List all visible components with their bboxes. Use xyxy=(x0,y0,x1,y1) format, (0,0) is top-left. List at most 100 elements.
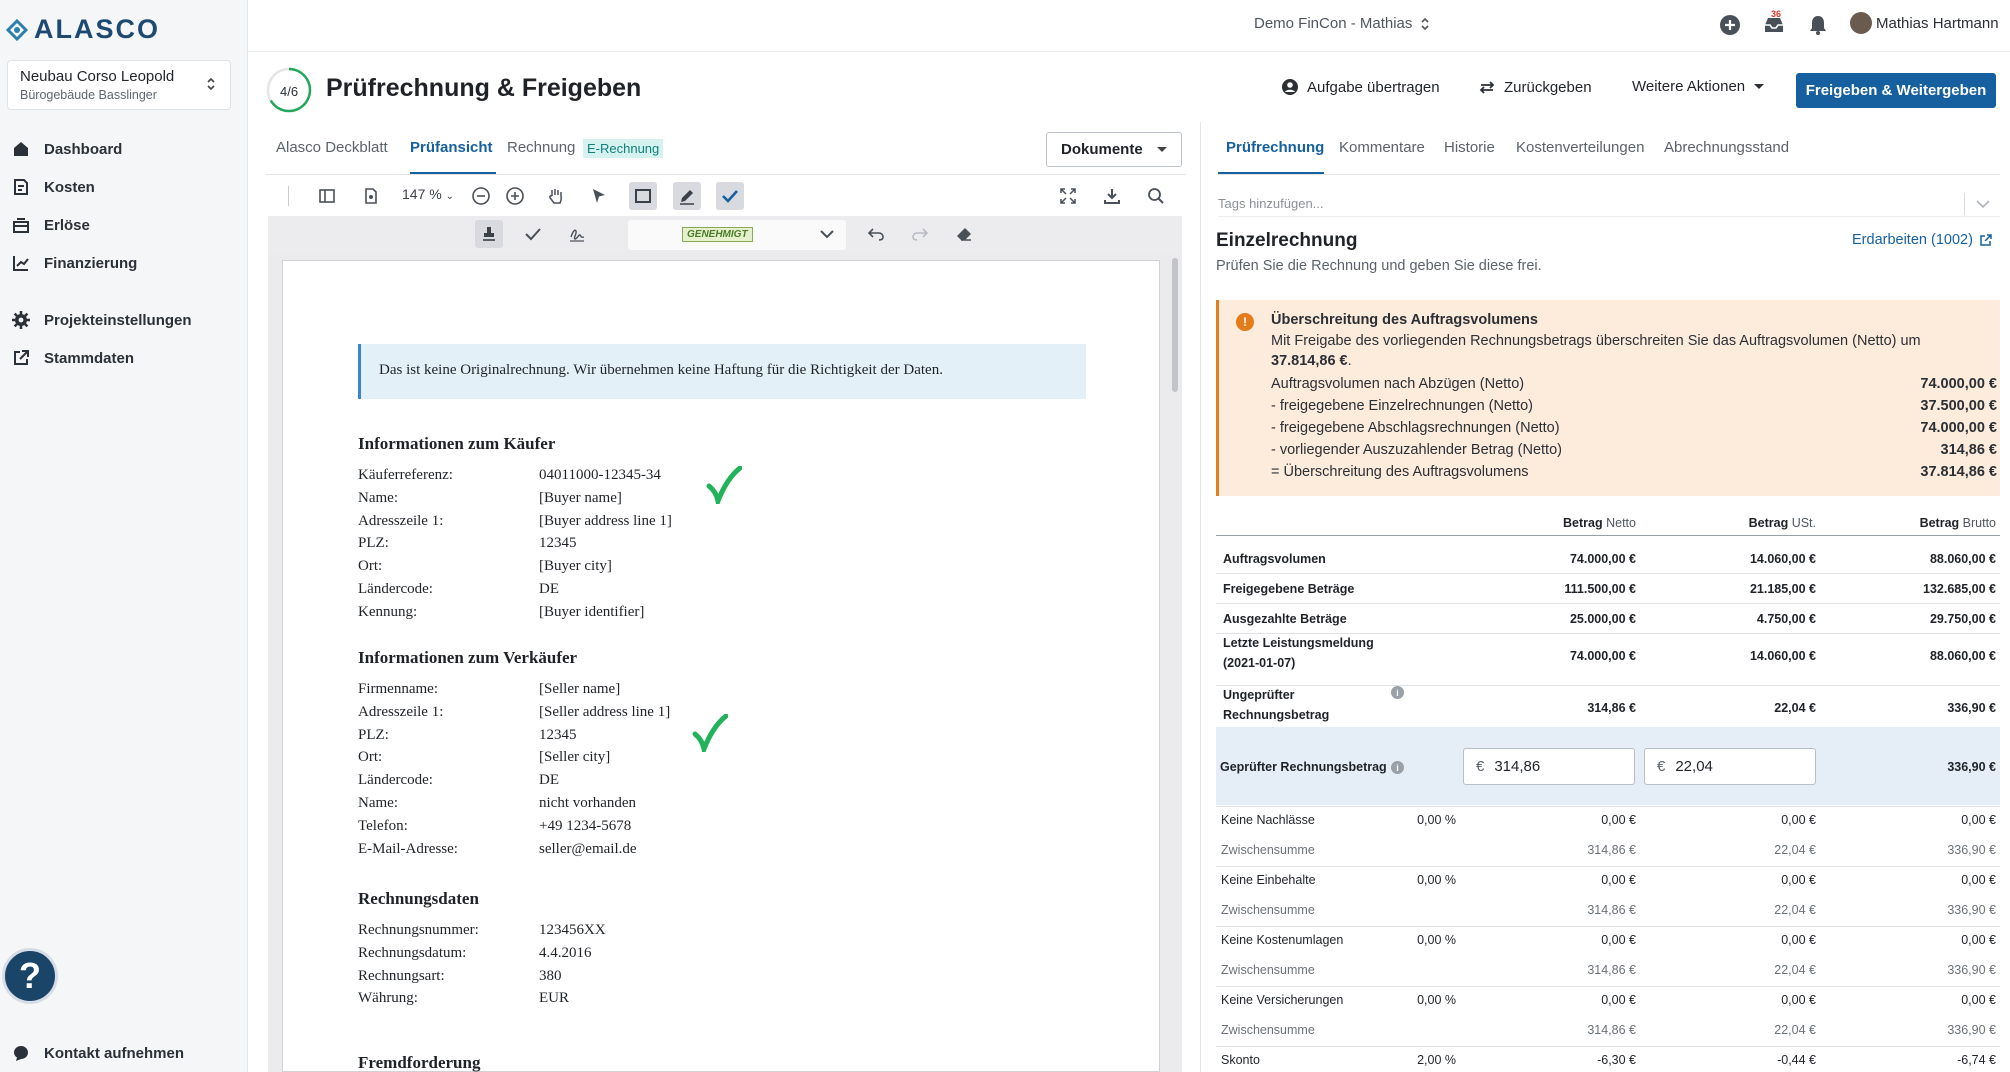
vat-amount: 21.185,00 € xyxy=(1749,582,1816,596)
cost-document-icon xyxy=(14,179,28,195)
tab-pruefrechnung[interactable]: Prüfrechnung xyxy=(1226,139,1324,156)
seller-heading: Informationen zum Verkäufer xyxy=(358,648,578,667)
sidebar-toggle-icon[interactable] xyxy=(313,182,341,210)
edit-pen-icon[interactable] xyxy=(673,182,701,210)
logo[interactable]: ALASCO xyxy=(6,14,160,45)
document-field-label: Name: xyxy=(358,489,398,506)
updown-chevron-icon xyxy=(207,77,215,91)
tab-kommentare[interactable]: Kommentare xyxy=(1339,139,1425,156)
document-field-label: Adresszeile 1: xyxy=(358,512,444,529)
net-amount: 25.000,00 € xyxy=(1569,612,1636,626)
contract-link[interactable]: Erdarbeiten (1002) xyxy=(1852,232,1992,248)
chevron-down-icon xyxy=(820,230,834,239)
net-amount: 0,00 € xyxy=(1601,873,1636,887)
contact-button[interactable]: Kontakt aufnehmen xyxy=(12,1044,184,1062)
viewer-scrollbar[interactable] xyxy=(1172,258,1178,392)
checked-vat-amount-input[interactable]: €22,04 xyxy=(1644,748,1816,785)
zoom-in-icon[interactable] xyxy=(501,182,529,210)
warning-breakdown-label: = Überschreitung des Auftragsvolumens xyxy=(1271,464,1529,480)
info-icon[interactable]: i xyxy=(1391,761,1404,774)
user-menu[interactable]: Mathias Hartmann xyxy=(1850,12,1999,34)
sidebar-item-stammdaten[interactable]: Stammdaten xyxy=(12,349,134,367)
sidebar-item-dashboard[interactable]: Dashboard xyxy=(12,140,122,158)
tab-kostenverteilungen[interactable]: Kostenverteilungen xyxy=(1516,139,1644,156)
sidebar-item-kosten[interactable]: Kosten xyxy=(12,178,95,196)
sidebar-item-projekteinstellungen[interactable]: Projekteinstellungen xyxy=(12,311,192,329)
tags-input[interactable]: Tags hinzufügen... xyxy=(1218,196,1324,211)
document-field-row: Name: [Buyer name] xyxy=(358,490,818,507)
bell-icon[interactable] xyxy=(1806,13,1830,37)
vat-amount: -0,44 € xyxy=(1777,1053,1816,1067)
document-field-label: PLZ: xyxy=(358,726,389,743)
download-icon[interactable] xyxy=(1098,182,1126,210)
sidebar-item-erloese[interactable]: Erlöse xyxy=(12,216,90,234)
tab-abrechnungsstand[interactable]: Abrechnungsstand xyxy=(1664,139,1789,156)
warning-breakdown-row: Auftragsvolumen nach Abzügen (Netto) 74.0… xyxy=(1271,376,1997,392)
more-actions-button[interactable]: Weitere Aktionen xyxy=(1632,78,1765,95)
document-field-label: Rechnungsart: xyxy=(358,967,445,984)
document-field-value: seller@email.de xyxy=(539,840,637,857)
tab-historie[interactable]: Historie xyxy=(1444,139,1495,156)
zoom-select[interactable]: 147 % ⌄ xyxy=(402,186,454,202)
zoom-out-icon[interactable] xyxy=(467,182,495,210)
help-button[interactable]: ? xyxy=(2,948,58,1004)
sidebar-item-finanzierung[interactable]: Finanzierung xyxy=(12,254,137,272)
document-field-value: [Buyer identifier] xyxy=(539,603,645,620)
document-field-label: Währung: xyxy=(358,990,418,1007)
finance-icon xyxy=(13,256,29,271)
project-subtitle: Bürogebäude Basslinger xyxy=(20,88,157,102)
checked-net-amount-input[interactable]: €314,86 xyxy=(1463,748,1635,785)
fullscreen-icon[interactable] xyxy=(1054,182,1082,210)
document-field-value: 380 xyxy=(539,967,562,984)
warning-breakdown-row: = Überschreitung des Auftragsvolumens 37.… xyxy=(1271,464,1997,480)
document-field-label: Kennung: xyxy=(358,603,418,620)
return-button[interactable]: Zurückgeben xyxy=(1478,78,1592,96)
document-field-value: [Seller name] xyxy=(539,681,621,697)
subtotal-gross: 336,90 € xyxy=(1947,903,1996,917)
redo-icon[interactable] xyxy=(906,220,934,248)
search-icon[interactable] xyxy=(1142,182,1170,210)
document-field-label: Telefon: xyxy=(358,817,408,834)
eraser-icon[interactable] xyxy=(950,220,978,248)
logo-icon xyxy=(6,18,28,41)
page-icon[interactable] xyxy=(357,182,385,210)
undo-icon[interactable] xyxy=(862,220,890,248)
pan-hand-icon[interactable] xyxy=(542,182,570,210)
next-section-heading: Fremdforderung xyxy=(358,1053,481,1072)
sidebar-item-label: Erlöse xyxy=(44,216,90,234)
external-link-icon xyxy=(1980,233,1992,246)
approve-forward-button[interactable]: Freigeben & Weitergeben xyxy=(1796,73,1996,108)
subtotal-vat: 22,04 € xyxy=(1774,903,1816,917)
stamp-icon[interactable] xyxy=(475,220,503,248)
rectangle-icon[interactable] xyxy=(629,182,657,210)
document-field-value: 12345 xyxy=(539,535,577,552)
subtotal-net: 314,86 € xyxy=(1587,843,1636,857)
check-icon[interactable] xyxy=(716,182,744,210)
panel-divider xyxy=(1200,122,1201,1072)
subtotal-label: Zwischensumme xyxy=(1221,1023,1315,1037)
checkmark-icon[interactable] xyxy=(519,220,547,248)
table-column-header: Betrag Brutto xyxy=(1796,516,1996,530)
amount-value: 314,86 xyxy=(1494,758,1541,775)
select-pointer-icon[interactable] xyxy=(585,182,613,210)
subtotal-gross: 336,90 € xyxy=(1947,963,1996,977)
table-row-label: Ungeprüfter xyxy=(1223,688,1295,702)
original-invoice-notice: Das ist keine Originalrechnung. Wir über… xyxy=(358,344,1086,399)
chevron-down-icon[interactable] xyxy=(1976,199,1990,209)
subtotal-gross: 336,90 € xyxy=(1947,843,1996,857)
project-selector[interactable]: Neubau Corso Leopold Bürogebäude Basslin… xyxy=(7,60,231,110)
tenant-selector[interactable]: Demo FinCon - Mathias xyxy=(1254,15,1430,32)
tab-pruefansicht[interactable]: Prüfansicht xyxy=(410,139,493,156)
signature-icon[interactable] xyxy=(563,220,591,248)
deduction-label: Skonto xyxy=(1221,1053,1260,1067)
document-field-value: [Seller address line 1] xyxy=(539,703,671,720)
subtotal-gross: 336,90 € xyxy=(1947,1023,1996,1037)
table-row-label: Freigegebene Beträge xyxy=(1223,582,1355,596)
tab-alasco-deckblatt[interactable]: Alasco Deckblatt xyxy=(276,139,388,156)
add-circle-icon[interactable] xyxy=(1718,13,1742,37)
tab-rechnung[interactable]: Rechnung xyxy=(507,139,575,156)
buyer-heading: Informationen zum Käufer xyxy=(358,434,556,453)
assign-task-button[interactable]: Aufgabe übertragen xyxy=(1281,78,1440,96)
info-icon[interactable]: i xyxy=(1391,686,1404,699)
documents-dropdown[interactable]: Dokumente xyxy=(1046,132,1182,167)
